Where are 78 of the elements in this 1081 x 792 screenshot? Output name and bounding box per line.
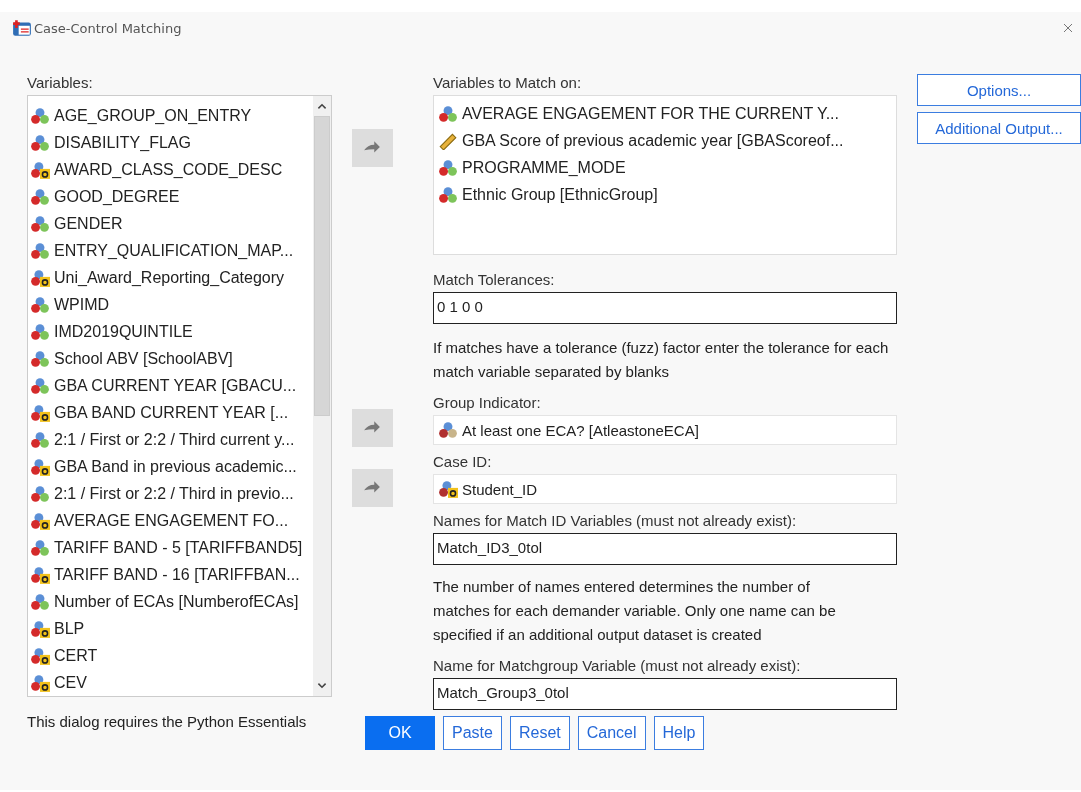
dialog-button[interactable]: OK: [365, 716, 435, 750]
variable-name: GBA CURRENT YEAR [GBACU...: [54, 376, 297, 395]
variable-name: Uni_Award_Reporting_Category: [54, 268, 285, 287]
input-field[interactable]: Match_Group3_0tol: [433, 678, 897, 710]
help-text: The number of names entered determines the number of matches for each demander variable. Only one name can be specified if an additional output dataset is created: [433, 577, 837, 645]
list-item[interactable]: CEV: [28, 669, 313, 696]
variable-name: Ethnic Group [EthnicGroup]: [462, 185, 658, 204]
list-item[interactable]: BLP: [28, 615, 313, 642]
variable-name: AGE_GROUP_ON_ENTRY: [54, 106, 252, 125]
requirement-note: This dialog requires the Python Essentials: [27, 713, 308, 730]
list-item[interactable]: TARIFF BAND - 5 [TARIFFBAND5]: [28, 534, 313, 561]
list-item[interactable]: WPIMD: [28, 291, 313, 318]
dialog-button[interactable]: Additional Output...: [917, 112, 1081, 144]
dialog-button[interactable]: Help: [653, 716, 705, 750]
list-item[interactable]: CERT: [28, 642, 313, 669]
list-item[interactable]: DISABILITY_FLAG: [28, 129, 313, 156]
variable-name: GBA Score of previous academic year [GBAScoreof...: [462, 131, 844, 150]
variable-name: Number of ECAs [NumberofECAs]: [54, 592, 299, 611]
variable-name: AWARD_CLASS_CODE_DESC: [54, 160, 283, 179]
variable-name: CERT: [54, 646, 98, 665]
variable-name: 2:1 / First or 2:2 / Third current y...: [54, 430, 295, 449]
list-item[interactable]: GENDER: [28, 210, 313, 237]
list-item[interactable]: GBA Score of previous academic year [GBAScoreof...: [434, 127, 896, 154]
list-item[interactable]: TARIFF BAND - 16 [TARIFFBAN...: [28, 561, 313, 588]
list-item[interactable]: ENTRY_QUALIFICATION_MAP...: [28, 237, 313, 264]
variable-name: At least one ECA? [AtleastoneECA]: [462, 421, 699, 439]
variable-name: DISABILITY_FLAG: [54, 133, 191, 152]
field-label: Name for Matchgroup Variable (must not already exist):: [433, 657, 802, 674]
dialog-button[interactable]: Options...: [917, 74, 1081, 106]
list-item[interactable]: GBA Band in previous academic...: [28, 453, 313, 480]
list-item[interactable]: Uni_Award_Reporting_Category: [28, 264, 313, 291]
list-item[interactable]: AVERAGE ENGAGEMENT FOR THE CURRENT Y...: [434, 100, 896, 127]
variable-name: GOOD_DEGREE: [54, 187, 180, 206]
variable-name: TARIFF BAND - 16 [TARIFFBAN...: [54, 565, 300, 584]
list-item[interactable]: 2:1 / First or 2:2 / Third current y...: [28, 426, 313, 453]
variable-name: AVERAGE ENGAGEMENT FO...: [54, 511, 289, 530]
variable-name: School ABV [SchoolABV]: [54, 349, 233, 368]
field-label: Case ID:: [433, 453, 493, 470]
window-title: Case-Control Matching: [34, 20, 183, 36]
variable-name: 2:1 / First or 2:2 / Third in previo...: [54, 484, 294, 503]
field-label: Variables to Match on:: [433, 74, 583, 91]
list-item[interactable]: AWARD_CLASS_CODE_DESC: [28, 156, 313, 183]
list-item[interactable]: PROGRAMME_MODE: [434, 154, 896, 181]
field-label: Match Tolerances:: [433, 271, 556, 288]
variable-name: TARIFF BAND - 5 [TARIFFBAND5]: [54, 538, 303, 557]
list-item[interactable]: Number of ECAs [NumberofECAs]: [28, 588, 313, 615]
list-item[interactable]: GBA BAND CURRENT YEAR [...: [28, 399, 313, 426]
variable-name: AVERAGE ENGAGEMENT FOR THE CURRENT Y...: [462, 104, 839, 123]
field-label: Names for Match ID Variables (must not already exist):: [433, 512, 798, 529]
list-item[interactable]: School ABV [SchoolABV]: [28, 345, 313, 372]
variable-name: Student_ID: [462, 480, 538, 498]
variable-name: GENDER: [54, 214, 123, 233]
variable-name: WPIMD: [54, 295, 110, 314]
variable-name: CEV: [54, 673, 87, 692]
variable-name: ENTRY_QUALIFICATION_MAP...: [54, 241, 294, 260]
input-field[interactable]: Match_ID3_0tol: [433, 533, 897, 565]
list-item[interactable]: Ethnic Group [EthnicGroup]: [434, 181, 896, 208]
help-text: If matches have a tolerance (fuzz) factor enter the tolerance for each match variable separated by blanks: [433, 338, 890, 382]
list-item[interactable]: AGE_GROUP_ON_ENTRY: [28, 102, 313, 129]
dialog-button[interactable]: Reset: [509, 716, 570, 750]
variable-name: GBA BAND CURRENT YEAR [...: [54, 403, 289, 422]
dialog-button[interactable]: Cancel: [577, 716, 646, 750]
variable-name: GBA Band in previous academic...: [54, 457, 297, 476]
variable-name: BLP: [54, 619, 85, 638]
variable-name: PROGRAMME_MODE: [462, 158, 626, 177]
list-item[interactable]: GOOD_DEGREE: [28, 183, 313, 210]
match-variables-list[interactable]: AVERAGE ENGAGEMENT FOR THE CURRENT Y... GBA Score of previous academic year [GBAScoreof... PROGRAMME_MODE Ethnic Group [EthnicGroup]: [433, 95, 897, 255]
field-label: Group Indicator:: [433, 394, 542, 411]
list-item[interactable]: GBA CURRENT YEAR [GBACU...: [28, 372, 313, 399]
field-label: Variables:: [27, 74, 94, 91]
list-item[interactable]: IMD2019QUINTILE: [28, 318, 313, 345]
case-id-field[interactable]: Student_ID: [433, 474, 897, 504]
group-indicator-field[interactable]: At least one ECA? [AtleastoneECA]: [433, 415, 897, 445]
list-item[interactable]: 2:1 / First or 2:2 / Third in previo...: [28, 480, 313, 507]
dialog-button[interactable]: Paste: [443, 716, 502, 750]
input-field[interactable]: 0 1 0 0: [433, 292, 897, 324]
variable-name: IMD2019QUINTILE: [54, 322, 193, 341]
list-item[interactable]: AVERAGE ENGAGEMENT FO...: [28, 507, 313, 534]
